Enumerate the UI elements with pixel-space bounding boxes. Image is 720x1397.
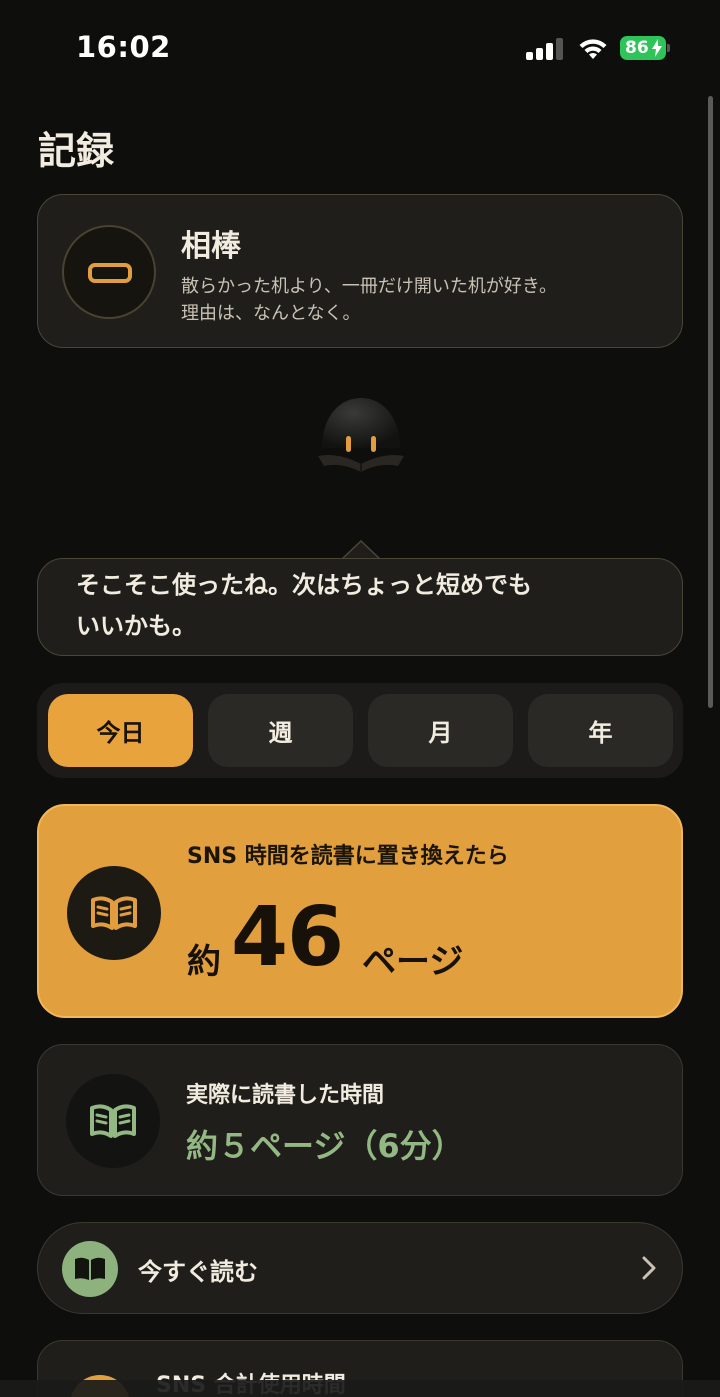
mascot-reading-icon — [318, 398, 404, 472]
battery-level: 86 — [625, 38, 649, 58]
partner-description-line1: 散らかった机より、一冊だけ開いた机が好き。 — [181, 276, 558, 297]
partner-title: 相棒 — [181, 229, 241, 264]
period-segmented-control: 今日 週 月 年 — [37, 683, 683, 778]
actual-reading-card: 実際に読書した時間 約５ページ（6分） — [37, 1044, 683, 1196]
partner-card[interactable]: 相棒 散らかった机より、一冊だけ開いた机が好き。 理由は、なんとなく。 — [37, 194, 683, 348]
speech-text: そこそこ使ったね。次はちょっと短めでも いいかも。 — [76, 565, 596, 647]
status-time: 16:02 — [76, 30, 171, 64]
status-bar: 16:02 86 — [0, 0, 720, 96]
cellular-signal-icon — [526, 38, 564, 60]
tab-today[interactable]: 今日 — [48, 694, 193, 767]
book-icon — [62, 1241, 118, 1297]
actual-reading-label: 実際に読書した時間 — [186, 1083, 385, 1108]
tab-month[interactable]: 月 — [368, 694, 513, 767]
speech-line1: そこそこ使ったね。次はちょっと短めでも — [76, 571, 532, 599]
hero-number: 46 — [231, 890, 344, 985]
page-title: 記録 — [38, 129, 115, 173]
speech-bubble: そこそこ使ったね。次はちょっと短めでも いいかも。 — [37, 558, 683, 656]
open-book-icon — [66, 1074, 160, 1168]
scrollbar[interactable] — [708, 96, 713, 708]
read-now-button[interactable]: 今すぐ読む — [37, 1222, 683, 1314]
actual-reading-value: 約５ページ（6分） — [186, 1127, 464, 1165]
hero-unit: ページ — [362, 942, 464, 982]
speech-line2: いいかも。 — [76, 612, 196, 640]
tab-week[interactable]: 週 — [208, 694, 353, 767]
hero-prefix: 約 — [187, 942, 221, 982]
partner-avatar-icon — [62, 225, 156, 319]
sns-replacement-card: SNS 時間を読書に置き換えたら 約 46 ページ — [37, 804, 683, 1018]
bottom-overlay — [0, 1380, 720, 1397]
partner-description-line2: 理由は、なんとなく。 — [181, 303, 361, 324]
partner-description: 散らかった机より、一冊だけ開いた机が好き。 理由は、なんとなく。 — [181, 273, 661, 327]
read-now-label: 今すぐ読む — [138, 1258, 258, 1286]
chevron-right-icon — [642, 1256, 656, 1280]
tab-year[interactable]: 年 — [528, 694, 673, 767]
sns-replacement-label: SNS 時間を読書に置き換えたら — [187, 844, 509, 869]
wifi-icon — [579, 39, 607, 59]
open-book-icon — [67, 866, 161, 960]
battery-charging-icon: 86 — [620, 36, 670, 60]
